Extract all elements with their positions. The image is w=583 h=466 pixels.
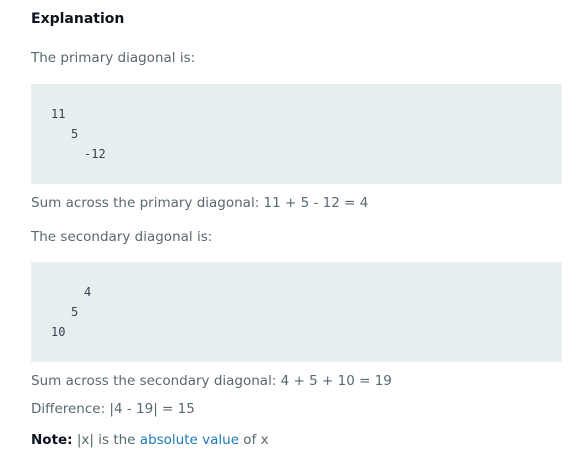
primary-diagonal-intro: The primary diagonal is:	[31, 50, 196, 66]
difference-text: Difference: |4 - 19| = 15	[31, 401, 195, 417]
primary-value-3: -12	[84, 147, 106, 161]
explanation-title: Explanation	[31, 11, 125, 27]
primary-diagonal-sum: Sum across the primary diagonal: 11 + 5 …	[31, 195, 369, 211]
note-label: Note:	[31, 432, 73, 448]
secondary-diagonal-sum: Sum across the secondary diagonal: 4 + 5…	[31, 373, 392, 389]
absolute-value-link[interactable]: absolute value	[140, 432, 239, 448]
secondary-diagonal-code-block: 4 5 10	[31, 262, 562, 362]
note-line: Note: |x| is the absolute value of x	[31, 432, 269, 448]
secondary-value-2: 5	[71, 305, 79, 319]
secondary-value-3: 10	[51, 325, 66, 339]
note-text-after: of x	[239, 432, 269, 448]
secondary-diagonal-intro: The secondary diagonal is:	[31, 229, 213, 245]
secondary-value-1: 4	[84, 285, 92, 299]
primary-value-2: 5	[71, 127, 79, 141]
primary-value-1: 11	[51, 107, 66, 121]
note-text-before: |x| is the	[72, 432, 140, 448]
primary-diagonal-code-block: 11 5 -12	[31, 84, 562, 184]
